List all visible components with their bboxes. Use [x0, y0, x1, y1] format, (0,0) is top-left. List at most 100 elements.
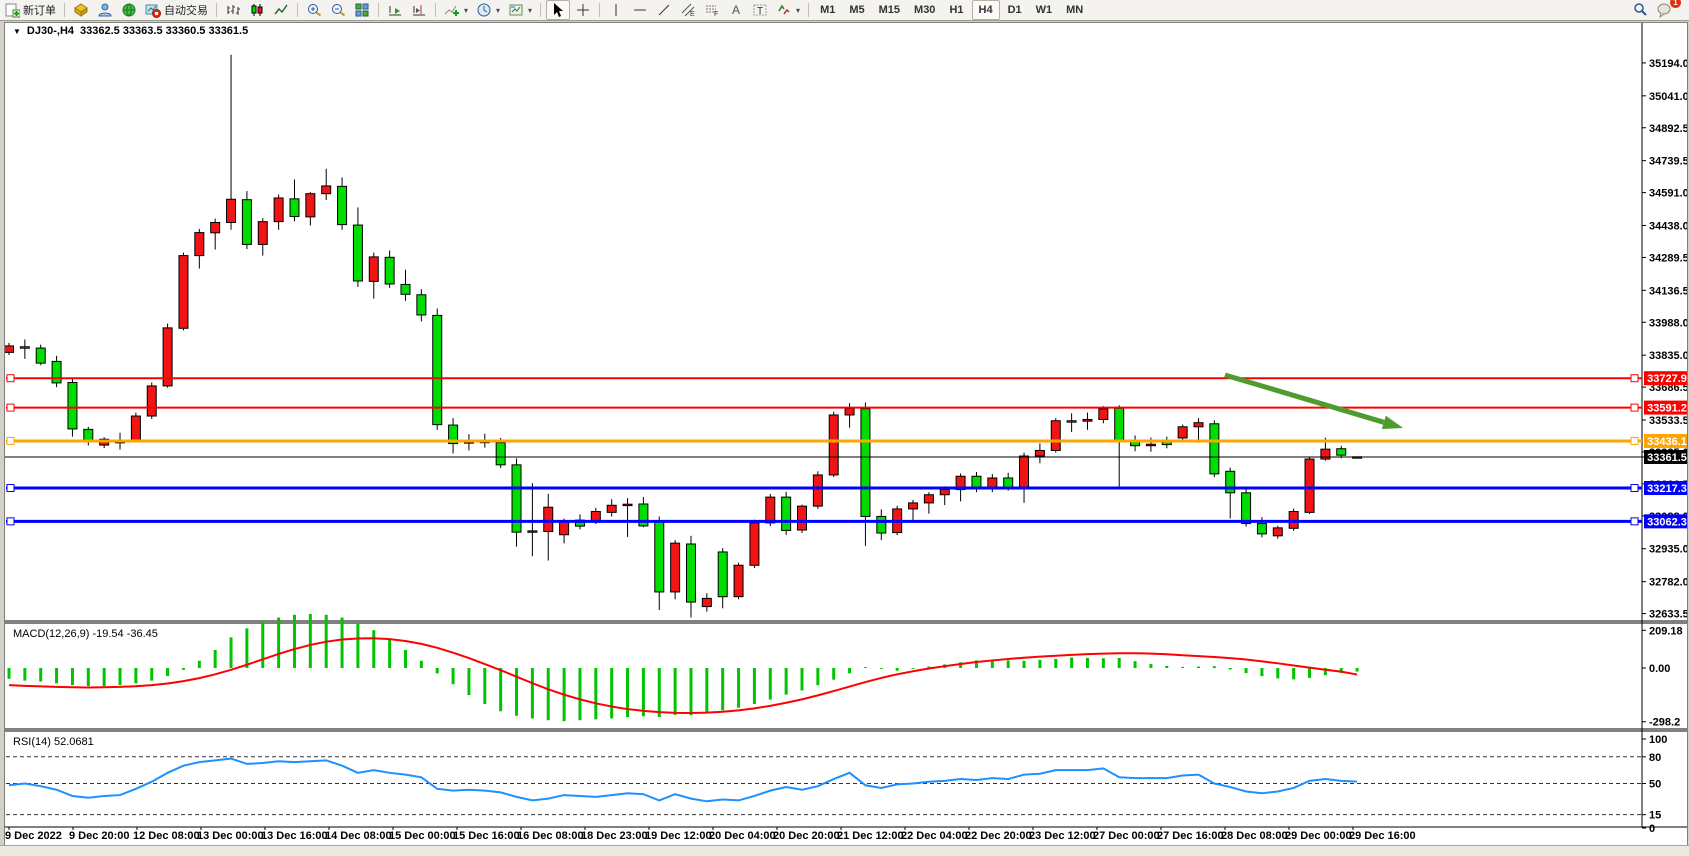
chart-symbol-period: DJ30-,H4 [27, 25, 74, 37]
timeframe-h4[interactable]: H4 [972, 0, 1000, 20]
arrows-button[interactable]: ▾ [773, 1, 803, 19]
templates-button[interactable]: ▾ [505, 1, 535, 19]
candle-bull [195, 233, 204, 256]
auto-scroll-button[interactable] [384, 1, 406, 19]
candle-bull [909, 503, 918, 509]
line-anchor[interactable] [1631, 518, 1638, 525]
zoom-out-button[interactable] [327, 1, 349, 19]
candle-bear [655, 522, 664, 592]
line-anchor[interactable] [1631, 375, 1638, 382]
signals-icon [121, 2, 137, 18]
equidistant-channel-button[interactable]: E [677, 1, 699, 19]
fibonacci-icon: F [704, 2, 720, 18]
cursor-button[interactable] [546, 0, 570, 20]
timeframe-mn[interactable]: MN [1060, 1, 1089, 19]
periods-icon [476, 2, 492, 18]
toolbar-separator [435, 3, 436, 17]
autotrading-button[interactable]: 自动交易 [142, 1, 211, 19]
line-anchor[interactable] [7, 437, 14, 444]
time-axis: 9 Dec 20229 Dec 20:0012 Dec 08:0013 Dec … [5, 827, 1416, 842]
line-anchor[interactable] [7, 485, 14, 492]
candlestick-chart-button[interactable] [246, 1, 268, 19]
chart-window[interactable]: ▼ DJ30-,H4 33362.5 33363.5 33360.5 33361… [4, 22, 1688, 846]
candle-bull [211, 222, 220, 232]
timeframe-m30[interactable]: M30 [908, 1, 941, 19]
signals-button[interactable] [118, 1, 140, 19]
time-tick-label: 27 Dec 00:00 [1093, 830, 1160, 842]
fibonacci-button[interactable]: F [701, 1, 723, 19]
candle-bear [353, 225, 362, 281]
price-tick-label: 35041.0 [1649, 91, 1687, 103]
chart-shift-button[interactable] [408, 1, 430, 19]
candle-bull [1273, 528, 1282, 536]
price-tick-label: 32633.5 [1649, 609, 1687, 621]
price-tick-label: 33988.0 [1649, 317, 1687, 329]
price-tick-label: 34892.5 [1649, 123, 1687, 135]
line-anchor[interactable] [1631, 485, 1638, 492]
candle-bull [258, 222, 267, 245]
trend-arrow-annotation[interactable] [1225, 375, 1403, 429]
timeframe-m15[interactable]: M15 [873, 1, 906, 19]
price-tick-label: 35194.0 [1649, 58, 1687, 70]
crosshair-icon [575, 2, 591, 18]
timeframe-m1[interactable]: M1 [814, 1, 841, 19]
profile-button[interactable] [94, 1, 116, 19]
toolbar-separator [216, 3, 217, 17]
candle-bear [1257, 524, 1266, 534]
price-tag-label: 33727.9 [1647, 373, 1687, 385]
timeframe-group: M1M5M15M30H1H4D1W1MN [813, 0, 1090, 20]
bar-chart-button[interactable] [222, 1, 244, 19]
vertical-line-button[interactable] [605, 1, 627, 19]
chat-button[interactable]: 1 [1653, 1, 1675, 19]
periods-button[interactable]: ▾ [473, 1, 503, 19]
tile-windows-button[interactable] [351, 1, 373, 19]
horizontal-line-button[interactable] [629, 1, 651, 19]
line-chart-button[interactable] [270, 1, 292, 19]
toolbar-separator [540, 3, 541, 17]
candle-bear [861, 409, 870, 517]
candle-bull [1321, 449, 1330, 459]
chat-badge: 1 [1670, 0, 1681, 8]
timeframe-m5[interactable]: M5 [843, 1, 870, 19]
toolbar-separator [297, 3, 298, 17]
line-anchor[interactable] [7, 375, 14, 382]
price-tick-label: 32782.0 [1649, 577, 1687, 589]
time-tick-label: 28 Dec 08:00 [1221, 830, 1288, 842]
toolbar-separator [64, 3, 65, 17]
candle-bear [20, 347, 29, 348]
zoom-in-button[interactable] [303, 1, 325, 19]
candle-bear [1226, 471, 1235, 493]
time-tick-label: 19 Dec 12:00 [645, 830, 712, 842]
indicators-caret-icon: ▾ [464, 6, 468, 15]
search-button[interactable] [1629, 1, 1651, 19]
chart-canvas[interactable]: 35194.035041.034892.534739.534591.034438… [5, 23, 1687, 845]
line-anchor[interactable] [1631, 437, 1638, 444]
crosshair-button[interactable] [572, 1, 594, 19]
indicators-button[interactable]: ▾ [441, 1, 471, 19]
new-order-button[interactable]: 新订单 [1, 1, 59, 19]
candle-bear [68, 382, 77, 428]
cursor-icon [550, 2, 566, 18]
line-anchor[interactable] [1631, 404, 1638, 411]
text-label-button[interactable]: T [749, 1, 771, 19]
trendline-button[interactable] [653, 1, 675, 19]
price-tag-label: 33361.5 [1647, 452, 1687, 464]
candle-bull [560, 522, 569, 535]
svg-text:E: E [690, 11, 695, 18]
timeframe-d1[interactable]: D1 [1002, 1, 1028, 19]
timeframe-h1[interactable]: H1 [943, 1, 969, 19]
market-button[interactable] [70, 1, 92, 19]
line-anchor[interactable] [7, 518, 14, 525]
timeframe-w1[interactable]: W1 [1030, 1, 1059, 19]
price-tag-label: 33436.1 [1647, 436, 1687, 448]
text-button[interactable]: A [725, 1, 747, 19]
candle-bull [544, 507, 553, 531]
time-tick-label: 9 Dec 20:00 [69, 830, 130, 842]
chart-dropdown-icon[interactable]: ▼ [13, 27, 21, 36]
candle-bull [1035, 450, 1044, 456]
tile-windows-icon [354, 2, 370, 18]
candle-bear [1115, 408, 1124, 442]
rsi-pane: 1008050150 [6, 734, 1667, 835]
line-anchor[interactable] [7, 404, 14, 411]
macd-signal-line [9, 638, 1357, 713]
